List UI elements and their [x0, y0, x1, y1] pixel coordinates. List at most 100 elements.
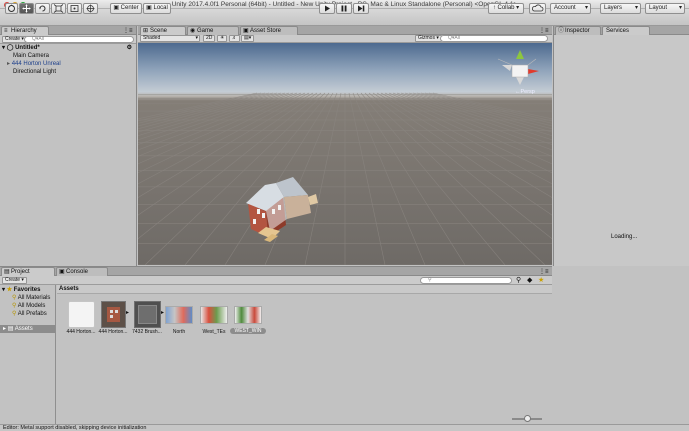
hierarchy-search-placeholder: Q▾All: [32, 36, 44, 42]
asset-west-tes-texture-thumbnail[interactable]: [200, 306, 228, 324]
favorite-item-all-prefabs[interactable]: ⚲ All Prefabs: [12, 310, 47, 318]
asset-model-house-thumbnail[interactable]: [101, 301, 126, 328]
local-space-icon: ▣: [146, 5, 152, 11]
favorite-item-all-materials[interactable]: ⚲ All Materials: [12, 294, 50, 302]
layers-dropdown[interactable]: Layers ▾: [600, 3, 641, 14]
hierarchy-item-label: Main Camera: [13, 53, 50, 59]
collab-dropdown[interactable]: ↑ Collab ▾: [488, 3, 524, 14]
asset-label-selected[interactable]: WEST_WIN: [230, 328, 266, 334]
combined-transform-icon: [86, 4, 95, 13]
tab-project[interactable]: ▤ Project: [1, 267, 55, 276]
play-button[interactable]: [319, 3, 335, 14]
scene-search-input[interactable]: Q▾All: [440, 35, 548, 42]
scene-root-item[interactable]: ▾ ◯ Untitled* ⚙: [2, 44, 136, 52]
chevron-down-icon: ▾: [634, 5, 638, 11]
gizmos-label: Gizmos ▾: [418, 35, 439, 41]
asset-label: 7432 Brush...: [132, 329, 162, 335]
tab-services[interactable]: Services: [602, 26, 650, 35]
breadcrumb-assets[interactable]: Assets: [59, 286, 79, 292]
pivot-space-button[interactable]: ▣ Local: [143, 3, 171, 14]
orientation-gizmo[interactable]: [497, 50, 539, 85]
console-icon: ▣: [59, 269, 65, 275]
asset-west-win-texture-thumbnail[interactable]: [234, 306, 262, 324]
status-bar: Editor: Metal support disabled, skipping…: [0, 424, 689, 431]
tab-console[interactable]: ▣ Console: [56, 267, 108, 276]
move-tool-button[interactable]: [19, 3, 34, 14]
effects-dropdown[interactable]: ▤▾: [241, 35, 255, 42]
house-thumbnail-icon: [107, 307, 120, 322]
tab-console-label: Console: [66, 269, 89, 275]
tab-asset-store[interactable]: ▣ Asset Store: [240, 26, 298, 35]
folder-icon: ▤: [4, 269, 10, 275]
tab-project-label: Project: [11, 269, 30, 275]
filter-by-type-icon[interactable]: ⚲: [516, 276, 521, 284]
2d-mode-label: 2D: [206, 35, 213, 41]
cloud-button[interactable]: [529, 3, 546, 14]
tab-scene[interactable]: ⊞ Scene: [140, 26, 186, 35]
asset-brush-texture-thumbnail[interactable]: [134, 301, 161, 328]
scale-icon: [53, 4, 64, 13]
rect-tool-button[interactable]: [67, 3, 82, 14]
thumbnail-size-slider-handle[interactable]: [524, 415, 531, 422]
panel-menu-icon[interactable]: ⋮≡: [123, 27, 133, 34]
chevron-down-icon: ▾: [584, 5, 588, 11]
pivot-space-label: Local: [153, 5, 168, 11]
panel-menu-icon[interactable]: ⋮≡: [539, 268, 549, 275]
filter-by-label-icon[interactable]: ◆: [527, 276, 532, 284]
layers-label: Layers: [604, 5, 623, 11]
scene-grid-floor: [138, 50, 552, 265]
audio-toggle[interactable]: ♬: [229, 35, 240, 42]
hierarchy-item-444-horton-unreal[interactable]: ▸ 444 Horton Unreal: [7, 60, 61, 68]
scene-tab-icon: ⊞: [143, 28, 149, 34]
project-create-label: Create ▾: [5, 277, 24, 283]
breadcrumb: Assets: [57, 285, 552, 294]
2d-mode-toggle[interactable]: 2D: [203, 35, 216, 42]
pivot-mode-button[interactable]: ▣ Center: [110, 3, 142, 14]
gizmos-dropdown[interactable]: Gizmos ▾: [415, 35, 442, 42]
inspector-loading-text: Loading...: [611, 234, 638, 240]
asset-file-document-icon[interactable]: [68, 301, 95, 328]
transform-tool-button[interactable]: [83, 3, 98, 14]
favorite-star-icon[interactable]: ★: [538, 276, 544, 284]
layout-dropdown[interactable]: Layout ▾: [645, 3, 685, 14]
rotate-tool-button[interactable]: [35, 3, 50, 14]
favorites-section[interactable]: ▾ ★ Favorites: [2, 286, 40, 294]
scene-root-label: Untitled*: [15, 45, 40, 51]
hierarchy-search-input[interactable]: Q▾All: [24, 36, 134, 43]
tab-hierarchy[interactable]: ≡ Hierarchy: [1, 26, 49, 35]
search-icon: ⚲: [428, 277, 432, 283]
panel-menu-icon[interactable]: ⋮≡: [539, 27, 549, 34]
scene-menu-icon[interactable]: ⚙: [127, 44, 132, 52]
rotate-icon: [39, 5, 46, 12]
project-create-dropdown[interactable]: Create ▾: [2, 277, 27, 284]
expand-asset-arrow-icon[interactable]: ▸: [126, 309, 132, 319]
collapse-arrow-icon: ▸: [7, 61, 11, 67]
tab-inspector[interactable]: ⓘ Inspector: [555, 26, 601, 35]
favorite-item-label: All Prefabs: [17, 311, 47, 317]
hierarchy-list-icon: ≡: [4, 28, 8, 34]
project-search-input[interactable]: ⚲: [420, 277, 512, 284]
hierarchy-item-directional-light[interactable]: Directional Light: [13, 68, 56, 76]
perspective-label[interactable]: ←Persp: [515, 89, 535, 95]
hierarchy-create-label: Create ▾: [5, 36, 24, 42]
favorite-item-all-models[interactable]: ⚲ All Models: [12, 302, 45, 310]
shading-mode-label: Shaded: [143, 35, 161, 41]
favorite-star-icon: ★: [6, 287, 13, 293]
scene-viewport[interactable]: ←Persp: [138, 43, 552, 265]
chevron-down-icon: ▾: [678, 5, 682, 11]
pause-button[interactable]: [336, 3, 352, 14]
tab-game[interactable]: ◉ Game: [187, 26, 239, 35]
shading-mode-dropdown[interactable]: Shaded ▾: [140, 35, 200, 42]
chevron-down-icon: ▾: [195, 35, 198, 41]
pause-icon: [341, 5, 347, 12]
asset-north-texture-thumbnail[interactable]: [165, 306, 193, 324]
tab-game-label: Game: [197, 28, 214, 34]
lighting-toggle[interactable]: ☀: [217, 35, 228, 42]
hierarchy-item-main-camera[interactable]: Main Camera: [13, 52, 49, 60]
hand-tool-button[interactable]: [5, 3, 18, 14]
account-dropdown[interactable]: Account ▾: [550, 3, 591, 14]
step-button[interactable]: [353, 3, 369, 14]
assets-root-folder[interactable]: ▸ ▤ Assets: [0, 325, 55, 333]
scale-tool-button[interactable]: [51, 3, 66, 14]
tab-hierarchy-label: Hierarchy: [11, 28, 37, 34]
